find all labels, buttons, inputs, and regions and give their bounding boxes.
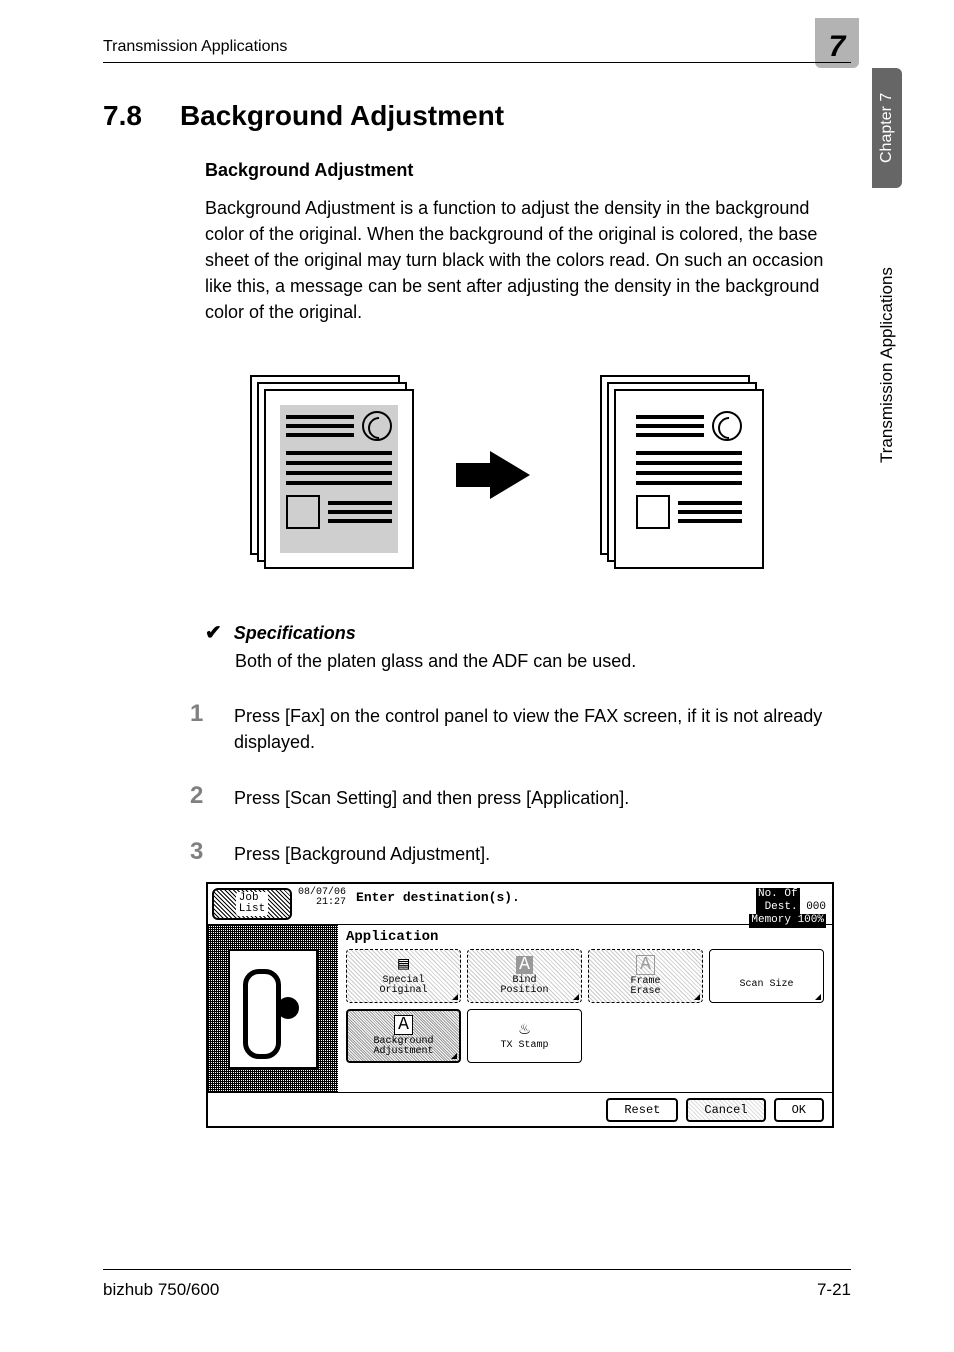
step-text: Press [Background Adjustment]. xyxy=(234,838,490,867)
step-2: 2 Press [Scan Setting] and then press [A… xyxy=(190,782,836,811)
bind-position-button[interactable]: A Bind Position xyxy=(467,949,582,1003)
body-paragraph: Background Adjustment is a function to a… xyxy=(205,195,837,325)
time-value: 21:27 xyxy=(298,898,346,908)
footer-page-number: 7-21 xyxy=(817,1280,851,1300)
application-panel: Application ▤ Special Original A Bind Po… xyxy=(338,925,832,1092)
running-head-text: Transmission Applications xyxy=(103,38,287,56)
page-footer: bizhub 750/600 7-21 xyxy=(103,1269,851,1300)
button-label: OK xyxy=(792,1103,806,1117)
dest-count-value: 000 xyxy=(806,901,826,913)
reset-button[interactable]: Reset xyxy=(606,1098,678,1122)
background-adjustment-illustration xyxy=(250,370,770,580)
step-number: 2 xyxy=(190,782,210,811)
tx-stamp-button[interactable]: ♨ TX Stamp xyxy=(467,1009,582,1063)
subheading: Background Adjustment xyxy=(205,160,413,181)
dest-count-label: No. Of Dest. xyxy=(756,888,800,914)
step-number: 1 xyxy=(190,700,210,755)
ok-button[interactable]: OK xyxy=(774,1098,824,1122)
page-a-solid-icon: A xyxy=(394,1015,413,1035)
side-tab-section: Transmission Applications xyxy=(872,205,902,525)
special-original-button[interactable]: ▤ Special Original xyxy=(346,949,461,1003)
job-list-button[interactable]: Job List xyxy=(212,888,292,920)
section-number: 7.8 xyxy=(103,100,142,132)
button-label: Cancel xyxy=(704,1103,747,1117)
page: 7 Transmission Applications Chapter 7 Tr… xyxy=(0,0,954,1352)
section-title: Background Adjustment xyxy=(180,100,504,132)
clock-icon xyxy=(712,411,742,441)
application-label: Application xyxy=(346,929,824,945)
side-tab-chapter-label: Chapter 7 xyxy=(878,93,896,163)
specifications-label: Specifications xyxy=(234,623,356,644)
footer-model: bizhub 750/600 xyxy=(103,1280,219,1300)
scan-size-button[interactable]: Scan Size xyxy=(709,949,824,1003)
lcd-screenshot: Job List 08/07/06 21:27 Enter destinatio… xyxy=(206,882,834,1128)
stamp-icon: ♨ xyxy=(519,1021,530,1039)
specifications-text: Both of the platen glass and the ADF can… xyxy=(235,649,837,674)
button-label: Reset xyxy=(624,1103,660,1117)
button-label: TX Stamp xyxy=(500,1041,548,1052)
step-text: Press [Scan Setting] and then press [App… xyxy=(234,782,629,811)
original-document-stack xyxy=(250,375,420,575)
button-label: Frame Erase xyxy=(630,977,660,998)
job-list-label: Job List xyxy=(236,892,268,916)
side-tab-section-label: Transmission Applications xyxy=(877,267,897,463)
section-heading: 7.8 Background Adjustment xyxy=(103,100,504,132)
step-number: 3 xyxy=(190,838,210,867)
running-header: Transmission Applications xyxy=(103,38,851,63)
arrow-right-icon xyxy=(490,451,530,499)
side-tab-chapter: Chapter 7 xyxy=(872,68,902,188)
button-label: Scan Size xyxy=(739,980,793,991)
page-a-outline-icon: A xyxy=(636,955,655,975)
page-a-icon: A xyxy=(516,956,533,974)
clock-icon xyxy=(362,411,392,441)
datetime: 08/07/06 21:27 xyxy=(296,884,348,924)
cancel-button[interactable]: Cancel xyxy=(686,1098,765,1122)
button-label: Background Adjustment xyxy=(373,1037,433,1058)
frame-erase-button[interactable]: A Frame Erase xyxy=(588,949,703,1003)
document-icon: ▤ xyxy=(398,956,409,974)
checkmark-icon: ✔ xyxy=(205,620,222,645)
specifications-block: ✔ Specifications Both of the platen glas… xyxy=(205,620,837,674)
fax-mode-icon xyxy=(228,949,318,1069)
adjusted-document-stack xyxy=(600,375,770,575)
step-3: 3 Press [Background Adjustment]. xyxy=(190,838,836,867)
lcd-message: Enter destination(s). xyxy=(348,884,743,911)
step-text: Press [Fax] on the control panel to view… xyxy=(234,700,836,755)
background-adjustment-button[interactable]: A Background Adjustment xyxy=(346,1009,461,1063)
lcd-left-panel xyxy=(208,925,338,1092)
step-1: 1 Press [Fax] on the control panel to vi… xyxy=(190,700,836,755)
button-label: Special Original xyxy=(379,976,427,997)
button-label: Bind Position xyxy=(500,976,548,997)
